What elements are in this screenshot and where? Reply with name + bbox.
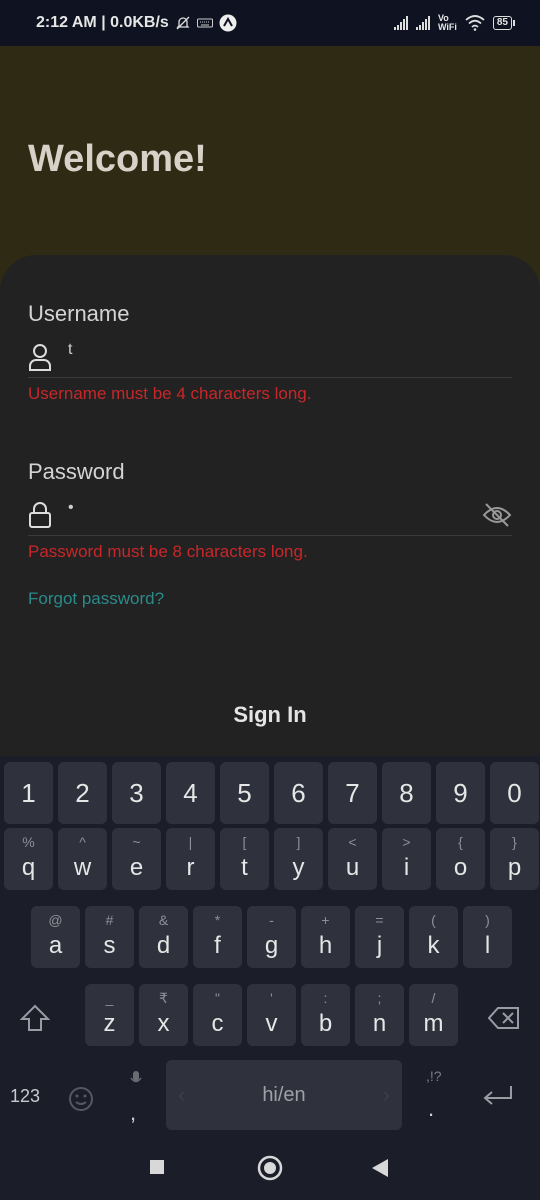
space-bar-label: hi/en: [262, 1084, 306, 1106]
key-o[interactable]: {o: [436, 828, 485, 890]
punctuation-alt-label: ,!?: [426, 1068, 442, 1084]
space-bar[interactable]: ‹ hi/en ›: [166, 1060, 402, 1130]
keyboard-number-row: 1 2 3 4 5 6 7 8 9 0: [0, 762, 540, 826]
username-input[interactable]: t: [68, 341, 72, 359]
password-error: Password must be 8 characters long.: [28, 542, 308, 561]
lock-icon: [29, 501, 51, 528]
key-3[interactable]: 3: [112, 762, 161, 824]
key-x[interactable]: ₹ x: [139, 984, 188, 1046]
key-w[interactable]: ^ w: [58, 828, 107, 890]
vo-wifi-label: Vo WiFi: [437, 13, 457, 32]
microphone-icon[interactable]: [130, 1070, 142, 1088]
space-chevron-right-icon: ›: [382, 1082, 390, 1107]
key-m[interactable]: / m: [409, 984, 458, 1046]
forgot-password-link[interactable]: Forgot password?: [28, 589, 164, 609]
password-input[interactable]: •: [68, 499, 74, 517]
emoji-icon[interactable]: [68, 1086, 94, 1112]
recents-square-icon[interactable]: [149, 1159, 165, 1175]
username-field[interactable]: t: [28, 336, 512, 378]
notifications-off-icon: [176, 16, 190, 30]
key-8[interactable]: 8: [382, 762, 431, 824]
password-field[interactable]: •: [28, 494, 512, 536]
key-c[interactable]: " c: [193, 984, 242, 1046]
key-z[interactable]: _ z: [85, 984, 134, 1046]
key-5[interactable]: 5: [220, 762, 269, 824]
key-6[interactable]: 6: [274, 762, 323, 824]
key-9[interactable]: 9: [436, 762, 485, 824]
keyboard-icon: [196, 18, 213, 28]
eye-off-icon[interactable]: [482, 502, 512, 528]
key-h[interactable]: + h: [301, 906, 350, 968]
key-s[interactable]: # s: [85, 906, 134, 968]
navigation-bar: [0, 1136, 540, 1200]
key-v[interactable]: ' v: [247, 984, 296, 1046]
key-l[interactable]: ) l: [463, 906, 512, 968]
soft-keyboard: 1 2 3 4 5 6 7 8 9 0 % q ^ w ~ e | r [t ] y < u…: [0, 756, 540, 1136]
key-1[interactable]: 1: [4, 762, 53, 824]
number-switch-key[interactable]: 123: [10, 1086, 40, 1107]
status-time-speed: 2:12 AM | 0.0KB/s: [36, 14, 169, 31]
shift-icon[interactable]: [20, 1004, 50, 1032]
key-d[interactable]: & d: [139, 906, 188, 968]
key-y[interactable]: ] y: [274, 828, 323, 890]
key-0[interactable]: 0: [490, 762, 539, 824]
signal-icon-2: [415, 16, 430, 30]
key-n[interactable]: ; n: [355, 984, 404, 1046]
key-g[interactable]: -g: [247, 906, 296, 968]
status-bar: 2:12 AM | 0.0KB/s Vo WiFi 85: [0, 0, 540, 46]
key-u[interactable]: < u: [328, 828, 377, 890]
keyboard-row-3: _ z ₹ x " c ' v :b ; n / m: [0, 984, 540, 1048]
key-r[interactable]: | r: [166, 828, 215, 890]
keyboard-row-1: % q ^ w ~ e | r [t ] y < u > i {o } p: [0, 828, 540, 892]
app-notification-icon: [219, 14, 237, 32]
backspace-icon[interactable]: [488, 1006, 520, 1030]
home-circle-icon[interactable]: [257, 1155, 283, 1181]
password-label: Password: [28, 459, 125, 484]
key-p[interactable]: } p: [490, 828, 539, 890]
key-b[interactable]: :b: [301, 984, 350, 1046]
key-a[interactable]: @ a: [31, 906, 80, 968]
username-label: Username: [28, 301, 130, 326]
period-key[interactable]: .: [428, 1096, 434, 1122]
back-triangle-icon[interactable]: [371, 1158, 389, 1178]
key-e[interactable]: ~ e: [112, 828, 161, 890]
key-q[interactable]: % q: [4, 828, 53, 890]
signal-icon-1: [393, 16, 408, 30]
comma-key[interactable]: ,: [130, 1100, 136, 1126]
username-error: Username must be 4 characters long.: [28, 384, 312, 403]
sign-in-button[interactable]: Sign In: [0, 702, 540, 728]
key-k[interactable]: (k: [409, 906, 458, 968]
key-j[interactable]: = j: [355, 906, 404, 968]
key-7[interactable]: 7: [328, 762, 377, 824]
wifi-icon: [465, 15, 485, 31]
keyboard-row-2: @ a # s & d * f -g + h = j (k ) l: [0, 906, 540, 970]
key-4[interactable]: 4: [166, 762, 215, 824]
key-t[interactable]: [t: [220, 828, 269, 890]
battery-icon: 85: [492, 16, 516, 30]
user-icon: [29, 343, 51, 371]
enter-icon[interactable]: [482, 1084, 514, 1108]
key-f[interactable]: * f: [193, 906, 242, 968]
page-title: Welcome!: [28, 138, 207, 180]
key-i[interactable]: > i: [382, 828, 431, 890]
key-2[interactable]: 2: [58, 762, 107, 824]
